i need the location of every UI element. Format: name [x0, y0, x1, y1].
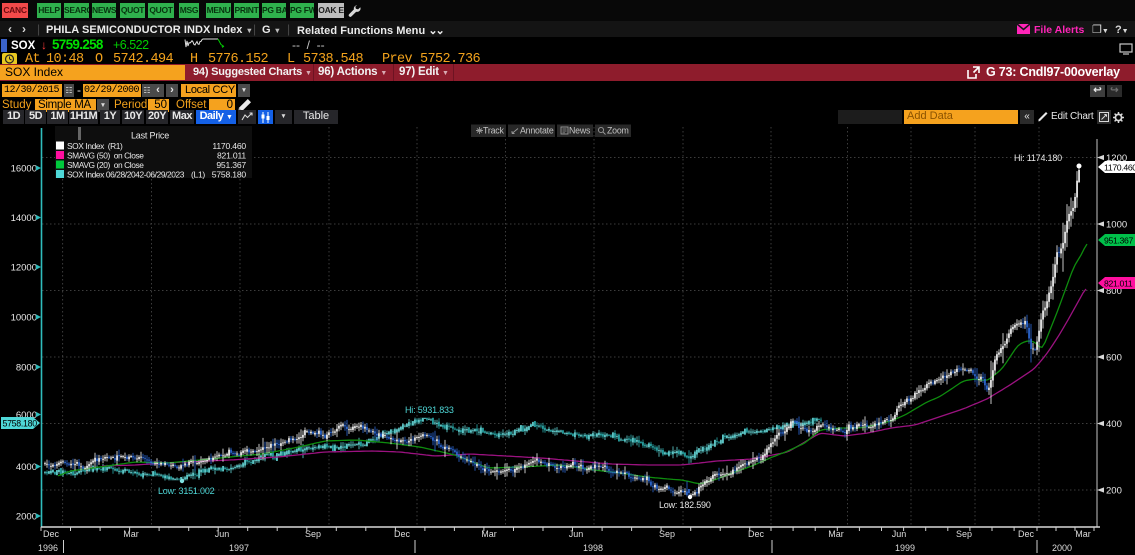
svg-text:Zoom: Zoom	[607, 126, 629, 136]
svg-text:Jun: Jun	[215, 529, 230, 539]
svg-text:Annotate: Annotate	[520, 126, 554, 136]
svg-text:2000: 2000	[1052, 543, 1072, 553]
svg-text:Dec: Dec	[394, 529, 411, 539]
svg-text:1170.460: 1170.460	[1104, 162, 1135, 172]
svg-text:1999: 1999	[895, 543, 915, 553]
svg-text:Mar: Mar	[481, 529, 497, 539]
svg-text:4000: 4000	[16, 462, 37, 473]
svg-text:1000: 1000	[1106, 220, 1127, 231]
svg-text:SOX Index 06/28/2042-06/29/202: SOX Index 06/28/2042-06/29/2023	[67, 170, 185, 180]
svg-text:Low: 182.590: Low: 182.590	[659, 500, 711, 510]
svg-text:Mar: Mar	[123, 529, 139, 539]
svg-text:200: 200	[1106, 486, 1122, 497]
svg-text:Dec: Dec	[43, 529, 60, 539]
svg-text:Jun: Jun	[892, 529, 907, 539]
svg-text:8000: 8000	[16, 363, 37, 374]
svg-text:951.367: 951.367	[216, 160, 246, 170]
svg-text:600: 600	[1106, 353, 1122, 364]
svg-text:(L1): (L1)	[191, 170, 205, 180]
svg-text:14000: 14000	[11, 213, 37, 224]
svg-text:Track: Track	[483, 126, 504, 136]
svg-text:Sep: Sep	[659, 529, 675, 539]
svg-text:5758.180: 5758.180	[3, 418, 38, 428]
svg-text:1997: 1997	[229, 543, 249, 553]
svg-text:Low: 3151.002: Low: 3151.002	[158, 486, 215, 496]
svg-text:Last Price: Last Price	[131, 131, 169, 141]
svg-text:2000: 2000	[16, 512, 37, 523]
svg-text:SMAVG (50) on Close: SMAVG (50) on Close	[67, 151, 144, 161]
svg-text:Hi: 1174.180: Hi: 1174.180	[1014, 153, 1062, 163]
svg-text:Mar: Mar	[828, 529, 844, 539]
svg-text:Dec: Dec	[1018, 529, 1035, 539]
svg-text:News: News	[569, 126, 591, 136]
svg-text:Dec: Dec	[748, 529, 765, 539]
svg-text:16000: 16000	[11, 164, 37, 175]
svg-text:Jun: Jun	[569, 529, 584, 539]
svg-text:SMAVG (20) on Close: SMAVG (20) on Close	[67, 160, 144, 170]
svg-text:Sep: Sep	[305, 529, 321, 539]
svg-text:Mar: Mar	[1075, 529, 1091, 539]
svg-text:821.011: 821.011	[217, 151, 246, 161]
svg-text:400: 400	[1106, 419, 1122, 430]
svg-text:951.367: 951.367	[1104, 235, 1133, 245]
svg-text:Hi: 5931.833: Hi: 5931.833	[405, 405, 454, 415]
svg-text:1170.460: 1170.460	[212, 141, 246, 151]
svg-text:10000: 10000	[11, 313, 37, 324]
svg-text:Sep: Sep	[956, 529, 972, 539]
svg-text:12000: 12000	[11, 263, 37, 274]
svg-text:821.011: 821.011	[1104, 278, 1133, 288]
svg-text:1996: 1996	[38, 543, 58, 553]
svg-text:1998: 1998	[583, 543, 603, 553]
svg-text:SOX Index (R1): SOX Index (R1)	[67, 141, 123, 151]
svg-text:5758.180: 5758.180	[212, 170, 247, 180]
